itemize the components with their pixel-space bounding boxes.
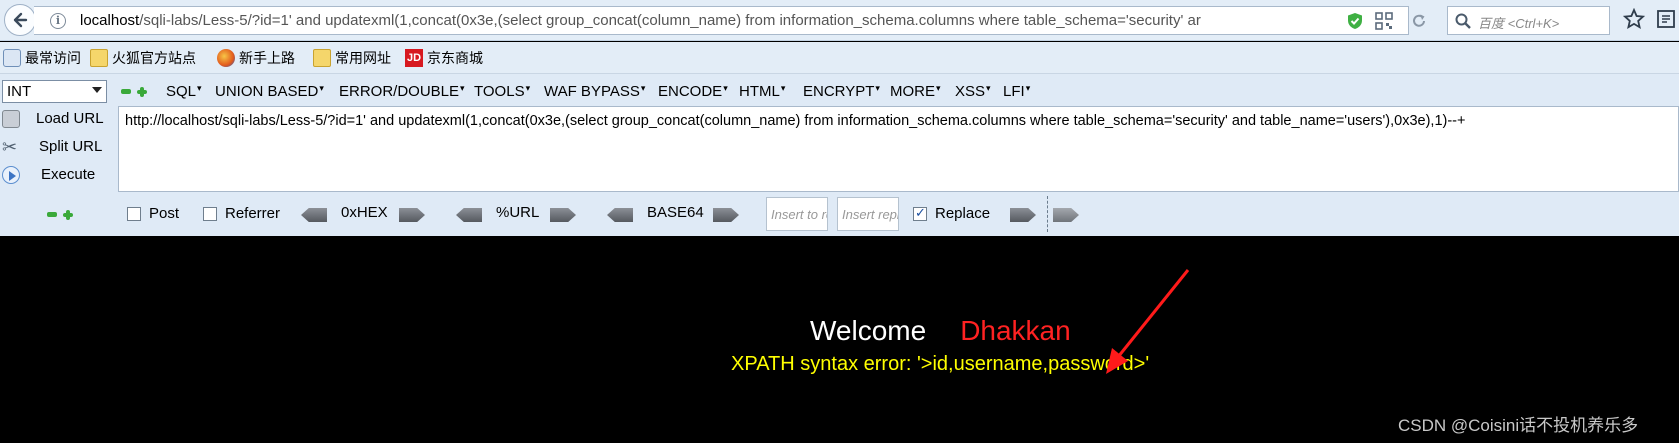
bookmark-label: 京东商城	[427, 50, 483, 66]
plus-icon[interactable]	[63, 210, 73, 220]
search-icon	[1455, 13, 1471, 29]
menu-more[interactable]: MORE	[890, 83, 941, 100]
firefox-icon	[217, 49, 235, 67]
url-host: localhost	[80, 12, 140, 29]
base64-encode-arrow-icon[interactable]	[713, 208, 739, 222]
menu-union-based[interactable]: UNION BASED	[215, 83, 324, 100]
load-url-label: Load URL	[36, 110, 104, 127]
url-path: /sqli-labs/Less-5/?id=1' and updatexml(1…	[139, 12, 1201, 29]
bookmark-item[interactable]: 火狐官方站点	[90, 48, 196, 68]
username-text: Dhakkan	[960, 315, 1071, 346]
bookmark-star-icon[interactable]	[1623, 8, 1645, 30]
welcome-text: Welcome	[810, 315, 927, 346]
bookmark-label: 最常访问	[25, 50, 81, 66]
menu-sql[interactable]: SQL	[166, 83, 202, 100]
menu-xss[interactable]: XSS	[955, 83, 991, 100]
menu-lfi[interactable]: LFI	[1003, 83, 1030, 100]
url-decode-arrow-icon[interactable]	[456, 208, 482, 222]
url-encoding-label: %URL	[496, 204, 540, 221]
mode-select[interactable]: INT	[2, 80, 107, 103]
folder-icon	[90, 49, 108, 67]
jd-icon: JD	[405, 49, 423, 67]
base64-decode-arrow-icon[interactable]	[607, 208, 633, 222]
reload-icon[interactable]	[1410, 12, 1428, 30]
execute-button[interactable]: Execute	[0, 163, 118, 187]
replace-all-arrow-icon[interactable]	[1053, 208, 1079, 222]
bookmark-item[interactable]: 新手上路	[217, 48, 295, 68]
menu-waf-bypass[interactable]: WAF BYPASS	[544, 83, 645, 100]
replace-checkbox[interactable]: Replace	[913, 205, 990, 222]
split-url-button[interactable]: ✂ Split URL	[0, 135, 118, 159]
bookmarks-list-icon[interactable]	[1655, 8, 1677, 30]
plus-icon[interactable]	[137, 87, 147, 97]
hackbar-panel: INT SQL UNION BASED ERROR/DOUBLE TOOLS W…	[0, 73, 1679, 236]
welcome-heading: Welcome Dhakkan	[810, 315, 1071, 347]
url-encode-arrow-icon[interactable]	[550, 208, 576, 222]
play-icon	[2, 166, 20, 184]
back-button[interactable]	[4, 4, 36, 36]
page-content: Welcome Dhakkan XPATH syntax error: '>id,…	[0, 236, 1679, 443]
menu-encode[interactable]: ENCODE	[658, 83, 728, 100]
insert-to-replace-input[interactable]: Insert to replace	[766, 197, 828, 231]
chevron-down-icon	[92, 87, 102, 93]
replace-checkbox-box[interactable]	[913, 205, 927, 221]
zoom-controls	[121, 87, 147, 97]
menu-tools[interactable]: TOOLS	[474, 83, 530, 100]
post-checkbox-box[interactable]	[127, 206, 141, 221]
xpath-error-message: XPATH syntax error: '>id,username,passwo…	[731, 353, 1150, 375]
hex-decode-arrow-icon[interactable]	[301, 208, 327, 222]
base64-label: BASE64	[647, 204, 704, 221]
qr-code-icon[interactable]	[1375, 12, 1393, 30]
bookmark-label: 常用网址	[335, 50, 391, 66]
replace-run-arrow-icon[interactable]	[1010, 208, 1036, 222]
replace-label: Replace	[935, 205, 991, 222]
referrer-checkbox[interactable]: Referrer	[203, 205, 280, 222]
bookmark-item[interactable]: 最常访问	[3, 48, 81, 68]
bookmark-label: 新手上路	[239, 50, 295, 66]
bookmark-item[interactable]: 常用网址	[313, 48, 391, 68]
split-url-label: Split URL	[39, 138, 103, 155]
site-info-icon[interactable]: i	[50, 13, 66, 29]
hackbar-actions: Load URL ✂ Split URL Execute	[0, 107, 118, 192]
watermark: CSDN @Coisini话不投机养乐多	[1398, 416, 1639, 435]
referrer-checkbox-box[interactable]	[203, 206, 217, 221]
hackbar-toolbar: INT SQL UNION BASED ERROR/DOUBLE TOOLS W…	[0, 74, 1679, 107]
minus-icon[interactable]	[47, 212, 57, 217]
bookmarks-toolbar: 最常访问 火狐官方站点 新手上路 常用网址 JD 京东商城	[0, 42, 1679, 73]
menu-error-double[interactable]: ERROR/DOUBLE	[339, 83, 465, 100]
bookmark-label: 火狐官方站点	[112, 50, 196, 66]
address-bar[interactable]: i localhost/sqli-labs/Less-5/?id=1' and …	[34, 6, 1425, 35]
search-box[interactable]: 百度 <Ctrl+K>	[1447, 6, 1610, 35]
mode-select-value: INT	[7, 83, 32, 100]
navigation-toolbar: i localhost/sqli-labs/Less-5/?id=1' and …	[0, 0, 1679, 41]
hex-label: 0xHEX	[341, 204, 388, 221]
menu-html[interactable]: HTML	[739, 83, 785, 100]
panel-size-controls	[47, 210, 73, 220]
load-url-icon	[2, 110, 20, 128]
bookmark-item[interactable]: JD 京东商城	[405, 48, 483, 68]
minus-icon[interactable]	[121, 89, 131, 94]
toolbar-divider	[1047, 196, 1048, 232]
insert-replacing-input[interactable]: Insert replacing	[837, 197, 899, 231]
most-visited-icon	[3, 49, 21, 67]
folder-icon	[313, 49, 331, 67]
post-label: Post	[149, 205, 180, 222]
annotation-arrow-icon	[1106, 269, 1190, 374]
load-url-button[interactable]: Load URL	[0, 107, 118, 131]
search-placeholder: 百度 <Ctrl+K>	[1478, 16, 1560, 31]
hex-encode-arrow-icon[interactable]	[399, 208, 425, 222]
menu-encrypt[interactable]: ENCRYPT	[803, 83, 880, 100]
shield-icon[interactable]	[1346, 12, 1364, 30]
back-arrow-icon	[13, 12, 28, 28]
post-checkbox[interactable]: Post	[127, 205, 179, 222]
scissors-icon: ✂	[2, 137, 18, 157]
address-url[interactable]: localhost/sqli-labs/Less-5/?id=1' and up…	[80, 12, 1340, 29]
referrer-label: Referrer	[225, 205, 281, 222]
hackbar-options: Post Referrer 0xHEX %URL BASE64 Insert t…	[0, 192, 1679, 237]
execute-label: Execute	[41, 166, 96, 183]
url-textarea[interactable]: http://localhost/sqli-labs/Less-5/?id=1'…	[118, 106, 1679, 192]
